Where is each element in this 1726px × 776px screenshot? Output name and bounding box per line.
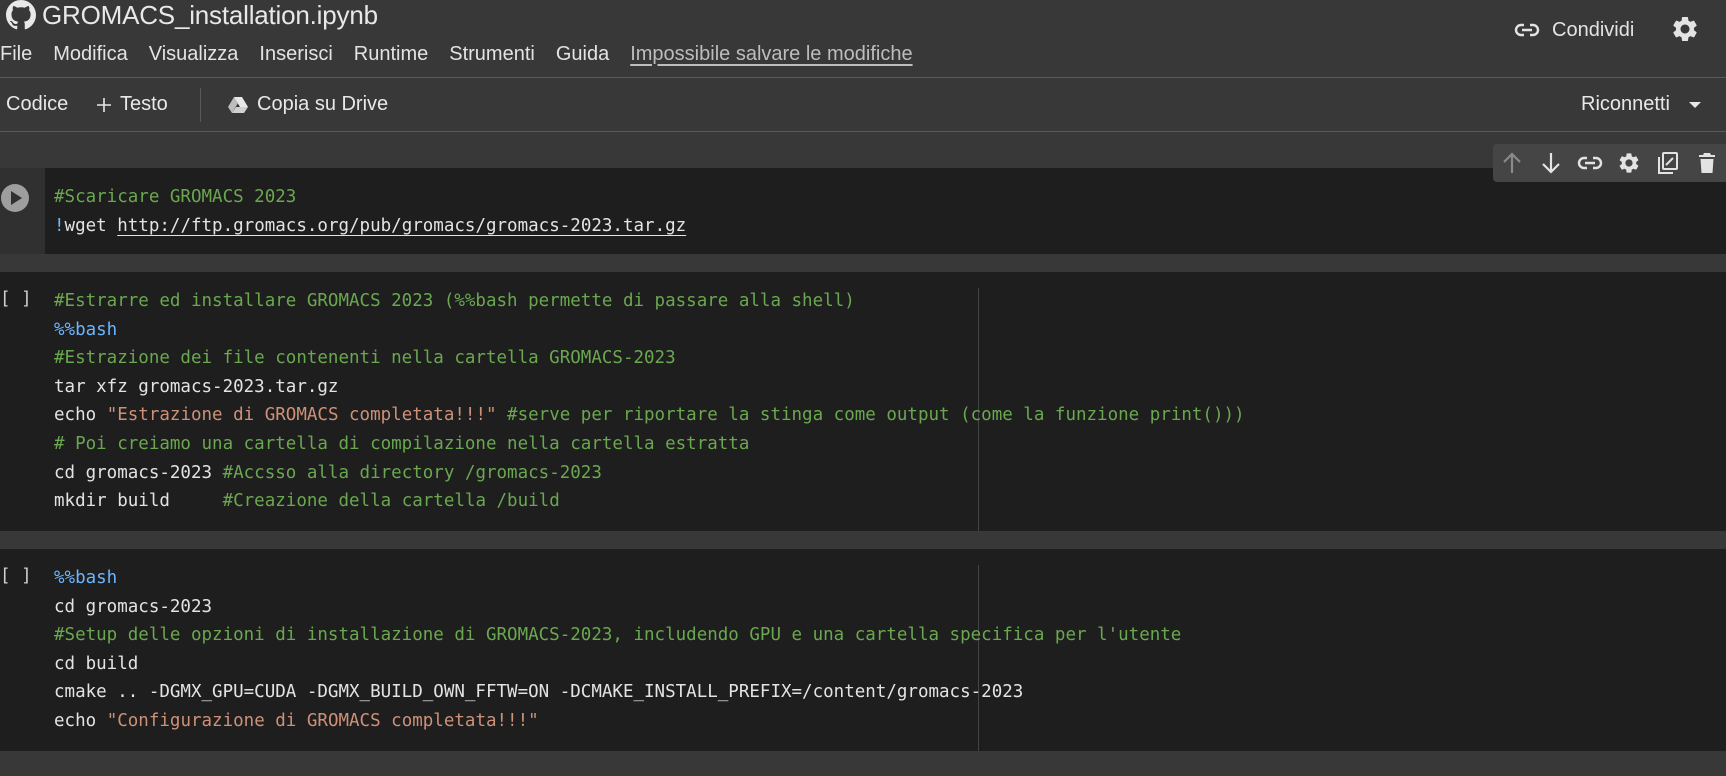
code-token: tar xfz gromacs-2023.tar.gz <box>54 376 339 397</box>
plus-icon <box>97 97 111 112</box>
toolbar-separator <box>200 88 201 122</box>
cell-2-source[interactable]: #Estrarre ed installare GROMACS 2023 (%%… <box>54 287 1245 516</box>
menu-visualizza[interactable]: Visualizza <box>149 43 239 66</box>
code-token: #Scaricare GROMACS 2023 <box>54 187 297 207</box>
code-line[interactable]: %%bash <box>54 564 1181 593</box>
notebook-title[interactable]: GROMACS_installation.ipynb <box>42 0 378 31</box>
code-line[interactable]: echo "Estrazione di GROMACS completata!!… <box>54 401 1245 430</box>
code-token: #Accsso alla directory /gromacs-2023 <box>222 462 602 483</box>
code-line[interactable]: mkdir build #Creazione della cartella /b… <box>54 487 1245 516</box>
mirror-cell-icon <box>1657 152 1678 174</box>
code-token: echo <box>54 405 107 426</box>
menu-guida[interactable]: Guida <box>556 43 609 66</box>
code-token: #Setup delle opzioni di installazione di… <box>54 625 1182 646</box>
code-line[interactable]: cmake .. -DGMX_GPU=CUDA -DGMX_BUILD_OWN_… <box>54 678 1181 707</box>
code-line[interactable]: #Scaricare GROMACS 2023 <box>54 183 686 212</box>
menu-strumenti[interactable]: Strumenti <box>449 43 535 66</box>
cell-3-source[interactable]: %%bash cd gromacs-2023 #Setup delle opzion… <box>54 564 1181 736</box>
settings-gear-icon[interactable] <box>1670 14 1700 44</box>
code-token: %%bash <box>54 568 118 588</box>
drive-icon <box>228 96 248 113</box>
delete-cell-button[interactable] <box>1687 144 1726 182</box>
copy-to-drive-label: Copia su Drive <box>257 93 389 115</box>
code-token: #Estrazione dei file contenenti nella ca… <box>54 348 676 369</box>
trash-icon <box>1698 153 1715 173</box>
save-status-link[interactable]: Impossibile salvare le modifiche <box>630 43 912 66</box>
code-token: mkdir build <box>54 491 223 512</box>
gear-icon <box>1619 153 1639 173</box>
link-icon <box>1514 23 1540 37</box>
cell-3-exec-bracket[interactable]: [ ] <box>0 566 32 586</box>
reconnect-label: Riconnetti <box>1581 93 1670 115</box>
chevron-down-icon[interactable] <box>1688 101 1702 109</box>
top-bar: GROMACS_installation.ipynb File Modifica… <box>0 0 1726 78</box>
code-line[interactable]: %%bash <box>54 316 1245 345</box>
copy-to-drive-button[interactable]: Copia su Drive <box>227 78 388 131</box>
code-token: cd build <box>54 653 139 674</box>
move-down-button[interactable] <box>1532 144 1571 182</box>
github-icon <box>6 0 36 30</box>
add-code-label: Codice <box>6 93 69 115</box>
add-text-button[interactable]: Testo <box>96 78 168 131</box>
reconnect-button[interactable]: Riconnetti <box>1581 78 1702 131</box>
divider <box>0 131 1726 132</box>
menu-file[interactable]: File <box>0 43 32 66</box>
run-cell-icon[interactable] <box>0 183 30 213</box>
code-token: wget <box>64 215 118 236</box>
arrow-up-icon <box>1503 152 1522 173</box>
add-text-label: Testo <box>120 93 168 115</box>
code-token: #serve per riportare la stinga come outp… <box>496 405 1245 426</box>
cell-settings-button[interactable] <box>1609 144 1648 182</box>
menu-bar: File Modifica Visualizza Inserisci Runti… <box>0 40 934 68</box>
code-token: # Poi creiamo una cartella di compilazio… <box>54 433 750 454</box>
code-line[interactable]: !wget http://ftp.gromacs.org/pub/gromacs… <box>54 212 686 241</box>
cell-toolbar <box>1493 144 1726 182</box>
code-token: %%bash <box>54 319 118 340</box>
arrow-down-icon <box>1542 153 1561 174</box>
code-line[interactable]: cd gromacs-2023 #Accsso alla directory /… <box>54 459 1245 488</box>
share-button[interactable]: Condividi <box>1514 14 1634 46</box>
code-line[interactable]: cd build <box>54 650 1181 679</box>
add-code-button[interactable]: Codice <box>6 78 68 131</box>
code-line[interactable]: tar xfz gromacs-2023.tar.gz <box>54 373 1245 402</box>
code-line[interactable]: #Estrazione dei file contenenti nella ca… <box>54 344 1245 373</box>
code-token: cmake .. -DGMX_GPU=CUDA -DGMX_BUILD_OWN_… <box>54 682 1024 703</box>
cell-1-source[interactable]: #Scaricare GROMACS 2023 !wget http://ftp.… <box>54 183 686 240</box>
code-token: cd gromacs-2023 <box>54 462 223 483</box>
code-token: #Estrarre ed installare GROMACS 2023 (%%… <box>54 291 855 311</box>
cell-2-exec-bracket[interactable]: [ ] <box>0 289 32 309</box>
move-up-button[interactable] <box>1493 144 1532 182</box>
code-token: cd gromacs-2023 <box>54 596 213 617</box>
code-token: #Creazione della cartella /build <box>222 491 560 512</box>
code-cell-1[interactable]: #Scaricare GROMACS 2023 !wget http://ftp.… <box>0 168 1726 254</box>
code-line[interactable]: # Poi creiamo una cartella di compilazio… <box>54 430 1245 459</box>
mirror-cell-button[interactable] <box>1648 144 1687 182</box>
link-icon <box>1577 156 1603 170</box>
code-token: "Configurazione di GROMACS completata!!!… <box>106 710 539 731</box>
code-line[interactable]: echo "Configurazione di GROMACS completa… <box>54 707 1181 736</box>
copy-link-button[interactable] <box>1571 144 1610 182</box>
code-line[interactable]: #Setup delle opzioni di installazione di… <box>54 621 1181 650</box>
menu-modifica[interactable]: Modifica <box>53 43 127 66</box>
notebook-toolbar: Codice Testo Copia su Drive Riconnetti <box>0 78 1726 131</box>
menu-inserisci[interactable]: Inserisci <box>259 43 332 66</box>
code-token: ! <box>54 215 65 236</box>
code-cell-3[interactable]: [ ] %%bash cd gromacs-2023 #Setup delle op… <box>0 549 1726 751</box>
code-line[interactable]: cd gromacs-2023 <box>54 593 1181 622</box>
code-cell-2[interactable]: [ ] #Estrarre ed installare GROMACS 2023… <box>0 272 1726 531</box>
code-line[interactable]: #Estrarre ed installare GROMACS 2023 (%%… <box>54 287 1245 316</box>
code-link[interactable]: http://ftp.gromacs.org/pub/gromacs/groma… <box>117 216 686 236</box>
code-token: "Estrazione di GROMACS completata!!!" <box>106 405 497 426</box>
title-row: GROMACS_installation.ipynb <box>0 0 378 30</box>
menu-runtime[interactable]: Runtime <box>354 43 428 66</box>
share-label: Condividi <box>1552 18 1635 41</box>
code-token: echo <box>54 710 107 731</box>
